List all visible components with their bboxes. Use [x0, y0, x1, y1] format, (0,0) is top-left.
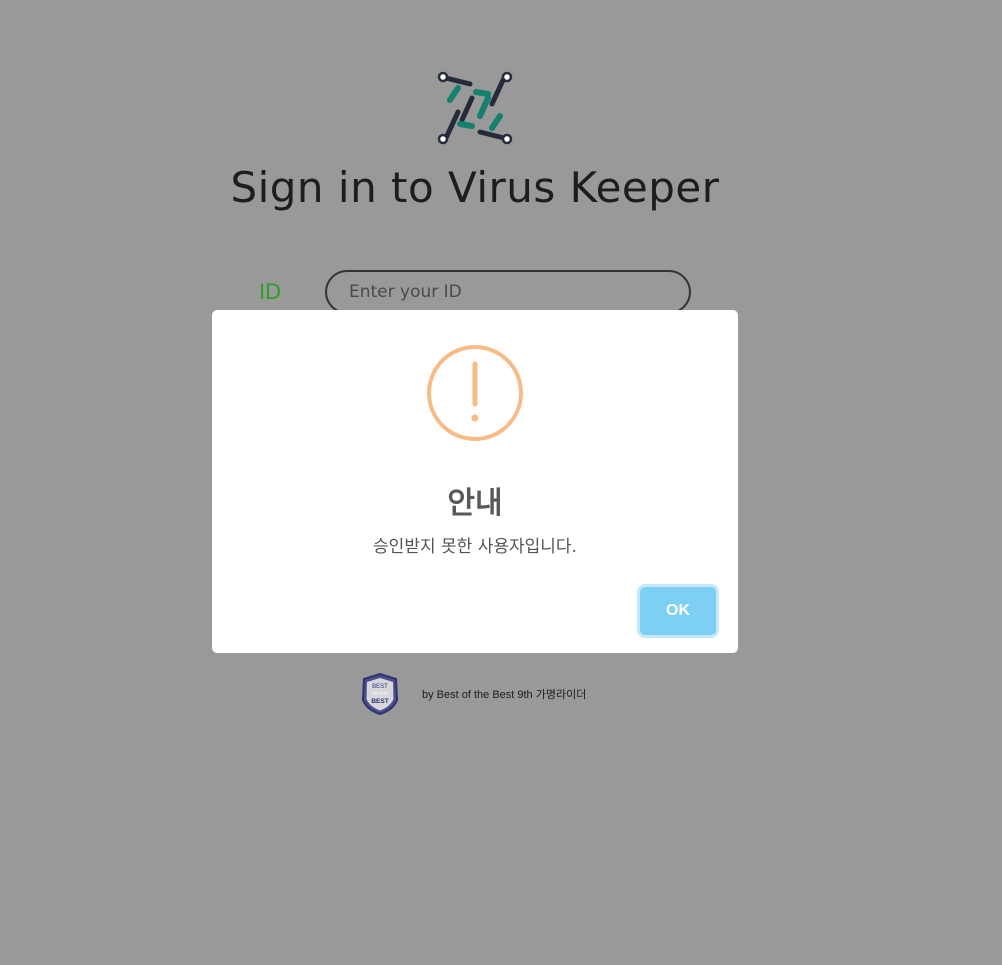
ok-button[interactable]: OK: [640, 587, 716, 635]
dialog-title: 안내: [447, 486, 503, 521]
alert-dialog: 안내 승인받지 못한 사용자입니다. OK: [212, 310, 738, 653]
modal-overlay: 안내 승인받지 못한 사용자입니다. OK: [0, 0, 1002, 965]
warning-exclamation-icon: [427, 345, 523, 441]
dialog-message: 승인받지 못한 사용자입니다.: [373, 537, 577, 557]
